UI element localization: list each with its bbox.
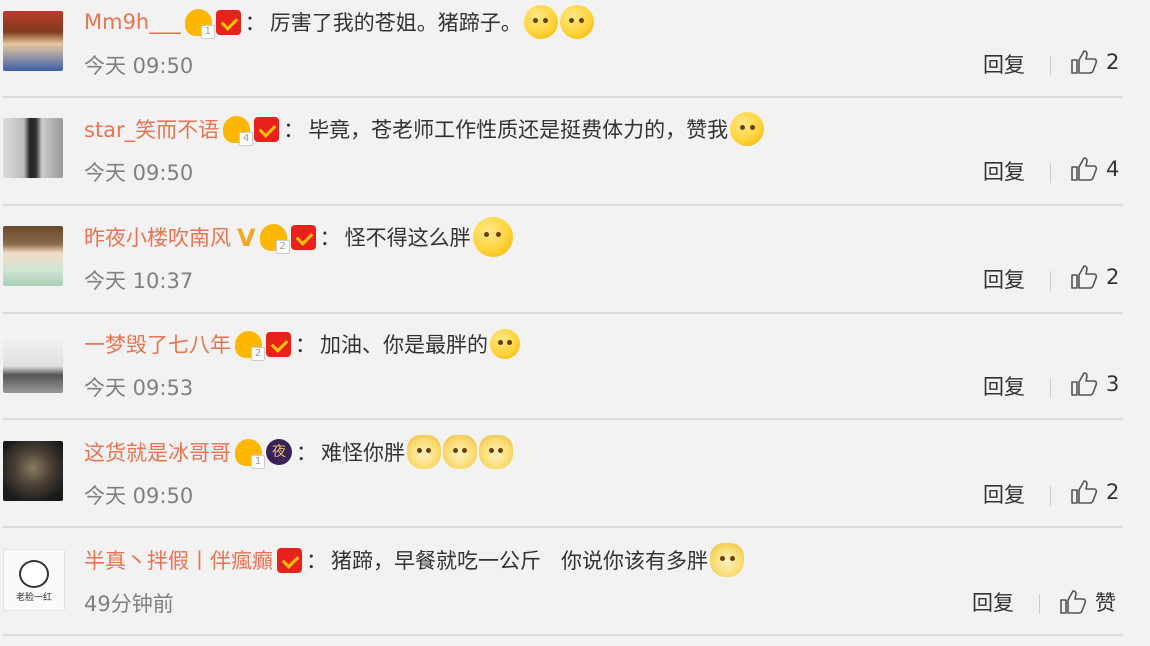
doge-emoji-icon: [479, 435, 513, 469]
like-button[interactable]: 2: [1070, 479, 1119, 505]
divider: [1050, 163, 1051, 183]
reply-button[interactable]: 回复: [983, 371, 1025, 401]
colon: ：: [295, 333, 316, 357]
comment-text: 难怪你胖: [321, 441, 405, 465]
separator: [3, 418, 1123, 420]
member-crown-icon[interactable]: [223, 115, 254, 146]
shy-emoji-icon: [559, 5, 594, 39]
comment-text: 猪蹄，早餐就吃一公斤 你说你该有多胖: [331, 549, 709, 573]
comment-item: 昨夜小楼吹南风 V ： 怪不得这么胖 今天 10:37 回复 2: [0, 215, 1150, 322]
timestamp: 今天 09:50: [84, 484, 194, 508]
divider: [1050, 486, 1051, 506]
reply-button[interactable]: 回复: [983, 156, 1025, 186]
colon: ：: [319, 226, 341, 250]
verified-v-icon[interactable]: V: [237, 224, 256, 252]
reply-button[interactable]: 回复: [983, 264, 1025, 294]
doge-emoji-icon: [710, 543, 745, 577]
smile-emoji-icon: [472, 217, 513, 257]
red-envelope-icon[interactable]: [277, 547, 302, 573]
red-envelope-icon[interactable]: [254, 116, 280, 142]
like-button[interactable]: 4: [1070, 156, 1119, 182]
reply-button[interactable]: 回复: [983, 49, 1025, 79]
red-envelope-icon[interactable]: [266, 331, 291, 357]
avatar-caption: 老脸一红: [15, 593, 52, 603]
username-link[interactable]: Mm9h___: [84, 10, 181, 34]
avatar[interactable]: [3, 333, 63, 393]
comment-item: 这货就是冰哥哥 夜 ： 难怪你胖 今天 09:50 回复 2: [0, 430, 1150, 537]
shy-emoji-icon: [523, 5, 558, 39]
divider: [1039, 594, 1040, 614]
thumbs-up-icon: [1070, 49, 1098, 75]
red-envelope-icon[interactable]: [290, 224, 316, 250]
timestamp: 今天 10:37: [84, 269, 194, 293]
like-button[interactable]: 赞: [1059, 587, 1116, 617]
timestamp: 今天 09:50: [84, 161, 194, 185]
doge-emoji-icon: [407, 435, 441, 469]
colon: ：: [244, 11, 266, 35]
avatar[interactable]: [3, 441, 63, 501]
comment-text: 怪不得这么胖: [344, 226, 471, 250]
separator: [3, 312, 1123, 314]
comment-item: 一梦毁了七八年 ： 加油、你是最胖的 今天 09:53 回复 3: [0, 322, 1150, 429]
like-count: 4: [1106, 157, 1120, 181]
avatar[interactable]: [3, 226, 63, 286]
comment-item: Mm9h___ ： 厉害了我的苍姐。猪蹄子。 今天 09:50 回复 2: [0, 0, 1150, 107]
like-count: 2: [1106, 480, 1120, 504]
like-button[interactable]: 2: [1070, 49, 1119, 75]
reply-button[interactable]: 回复: [972, 587, 1014, 617]
like-count: 3: [1106, 372, 1120, 396]
timestamp: 49分钟前: [84, 592, 174, 616]
separator: [3, 204, 1123, 206]
thumbs-up-icon: [1070, 264, 1098, 290]
thumbs-up-icon: [1059, 589, 1087, 615]
separator: [3, 96, 1123, 98]
timestamp: 今天 09:50: [84, 54, 194, 78]
member-crown-icon[interactable]: [235, 330, 265, 361]
thumbs-up-icon: [1070, 156, 1098, 182]
timestamp: 今天 09:53: [84, 376, 194, 400]
night-badge-icon[interactable]: 夜: [266, 439, 292, 465]
thumbs-up-icon: [1070, 371, 1098, 397]
member-crown-icon[interactable]: [259, 223, 290, 254]
username-link[interactable]: 这货就是冰哥哥: [84, 437, 231, 467]
thumbs-up-icon: [1070, 479, 1098, 505]
colon: ：: [283, 118, 305, 142]
reply-button[interactable]: 回复: [983, 479, 1025, 509]
avatar[interactable]: [3, 11, 63, 71]
like-label: 赞: [1095, 591, 1116, 615]
comment-text: 厉害了我的苍姐。猪蹄子。: [269, 11, 522, 35]
hug-emoji-icon: [490, 329, 520, 359]
comment-item: star_笑而不语 ： 毕竟，苍老师工作性质还是挺费体力的，赞我 今天 09:5…: [0, 107, 1150, 214]
avatar[interactable]: [3, 118, 63, 178]
like-button[interactable]: 2: [1070, 264, 1119, 290]
username-link[interactable]: 昨夜小楼吹南风: [84, 222, 231, 252]
like-button[interactable]: 3: [1070, 371, 1119, 397]
username-link[interactable]: 半真丶拌假丨伴瘋癲: [84, 545, 273, 575]
doge-emoji-icon: [443, 435, 477, 469]
red-envelope-icon[interactable]: [215, 9, 241, 35]
colon: ：: [296, 441, 317, 465]
comment-item: 老脸一红 半真丶拌假丨伴瘋癲 ： 猪蹄，早餐就吃一公斤 你说你该有多胖 49分钟…: [0, 538, 1150, 645]
username-link[interactable]: star_笑而不语: [84, 114, 219, 144]
separator: [3, 526, 1123, 528]
separator: [3, 634, 1123, 636]
divider: [1050, 56, 1051, 76]
comment-text: 加油、你是最胖的: [320, 333, 488, 357]
divider: [1050, 271, 1051, 291]
like-count: 2: [1106, 265, 1120, 289]
yawn-emoji-icon: [730, 112, 765, 146]
comment-text: 毕竟，苍老师工作性质还是挺费体力的，赞我: [308, 118, 729, 142]
member-crown-icon[interactable]: [184, 8, 215, 39]
username-link[interactable]: 一梦毁了七八年: [84, 329, 231, 359]
divider: [1050, 378, 1051, 398]
colon: ：: [306, 549, 327, 573]
like-count: 2: [1106, 50, 1120, 74]
member-crown-icon[interactable]: [235, 438, 265, 469]
avatar[interactable]: 老脸一红: [3, 549, 65, 611]
